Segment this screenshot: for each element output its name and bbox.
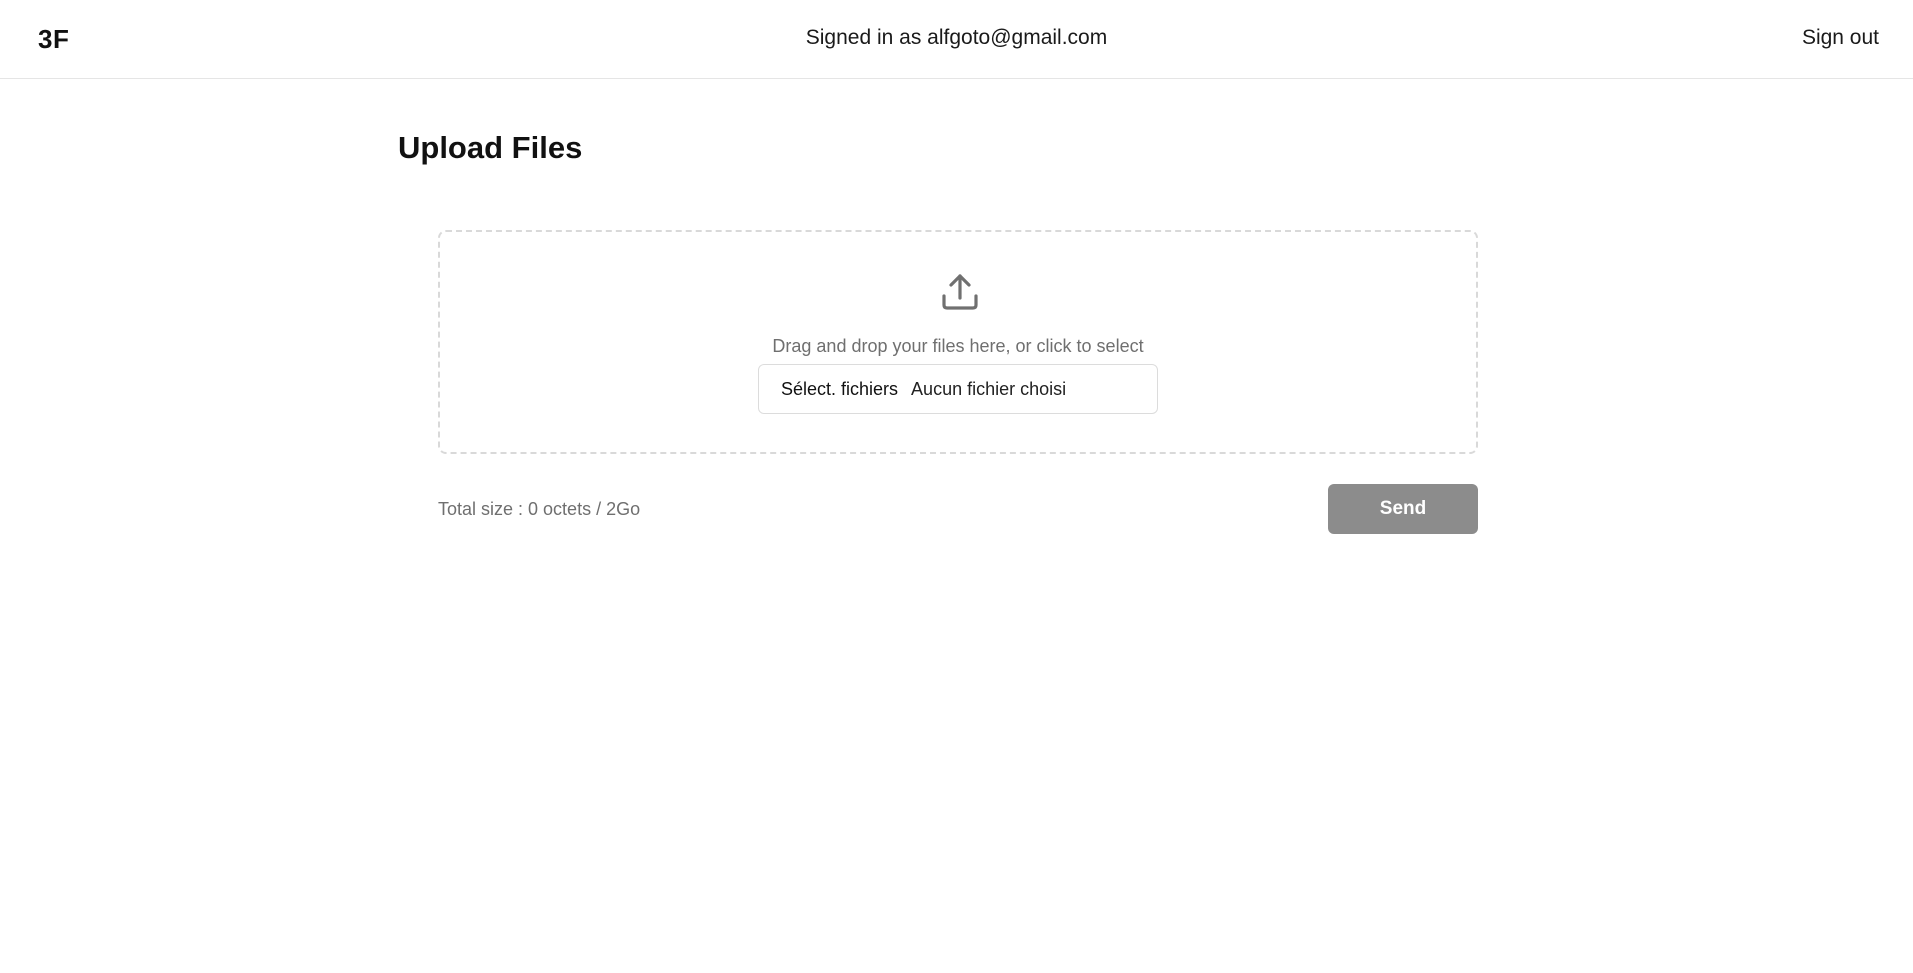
top-bar: 3F Signed in as alfgoto@gmail.com Sign o… [0,0,1913,79]
select-files-button[interactable]: Sélect. fichiers [781,379,898,400]
file-status-text: Aucun fichier choisi [911,378,1067,399]
page-title: Upload Files [398,130,583,165]
file-input[interactable]: Sélect. fichiers Aucun fichier choisi [758,364,1158,414]
signed-in-status: Signed in as alfgoto@gmail.com [805,26,1108,49]
file-dropzone[interactable]: Drag and drop your files here, or click … [438,230,1478,454]
dropzone-instruction: Drag and drop your files here, or click … [772,336,1144,356]
send-button[interactable]: Send [1328,484,1478,534]
total-size-text: Total size : 0 octets / 2Go [438,499,641,519]
sign-out-button[interactable]: Sign out [1802,26,1879,50]
upload-icon [942,274,978,310]
